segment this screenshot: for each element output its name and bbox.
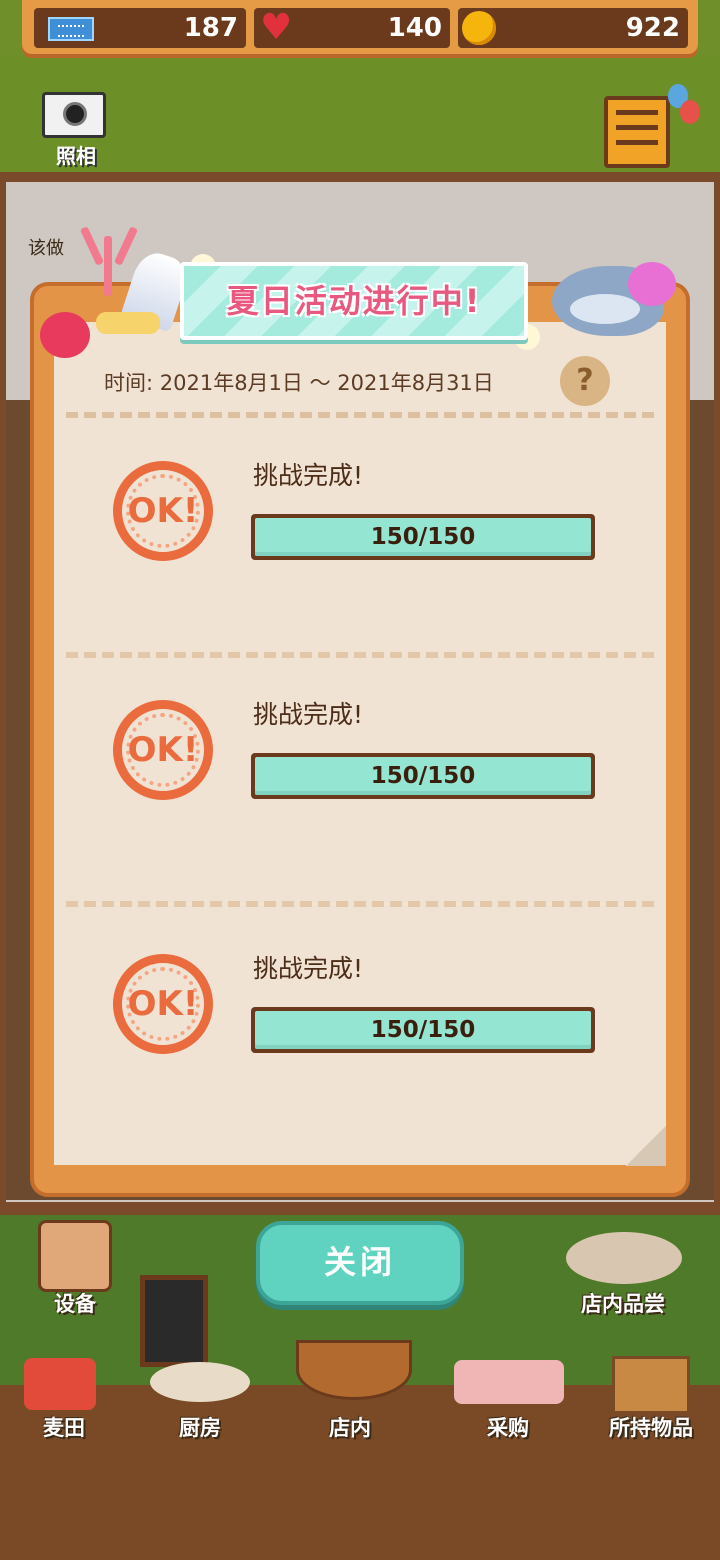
divider xyxy=(66,901,654,907)
camera-label: 照相 xyxy=(56,144,96,168)
close-button[interactable]: 关闭 xyxy=(256,1221,464,1305)
ok-stamp-icon: OK! xyxy=(113,954,213,1054)
challenge-title: 挑战完成! xyxy=(253,954,364,983)
hearts-value: 140 xyxy=(387,13,442,43)
paper-fold xyxy=(626,1126,666,1166)
balloon-icon xyxy=(680,100,700,124)
camera-button[interactable]: 照相 xyxy=(42,92,110,168)
sand-decoration xyxy=(96,312,160,334)
nav-kitchen[interactable]: 厨房 xyxy=(150,1412,250,1442)
progress-text: 150/150 xyxy=(370,524,476,550)
menu-board-icon[interactable] xyxy=(604,96,670,168)
coin-icon xyxy=(462,11,496,45)
equipment-icon[interactable] xyxy=(38,1220,112,1292)
divider xyxy=(66,652,654,658)
challenge-title: 挑战完成! xyxy=(253,700,364,729)
challenge-progress-bar: 150/150 xyxy=(251,753,595,799)
wheat-field-icon[interactable] xyxy=(24,1358,96,1410)
bread-basket-icon xyxy=(296,1340,412,1400)
tickets-value: 187 xyxy=(183,13,238,43)
hearts-counter: ♥ 140 xyxy=(254,7,450,48)
tickets-counter: 187 xyxy=(34,8,246,48)
progress-text: 150/150 xyxy=(370,1017,476,1043)
challenge-title: 挑战完成! xyxy=(253,461,364,490)
blackboard-icon xyxy=(140,1275,208,1367)
event-title-banner: 夏日活动进行中! xyxy=(180,262,528,340)
tasting-icon[interactable] xyxy=(566,1232,682,1284)
nav-inventory[interactable]: 所持物品 xyxy=(596,1412,706,1442)
ok-stamp-icon: OK! xyxy=(113,461,213,561)
resource-bar: 187 ♥ 140 922 xyxy=(22,0,698,58)
event-title: 夏日活动进行中! xyxy=(226,282,482,320)
nav-purchase[interactable]: 采购 xyxy=(458,1412,558,1442)
divider xyxy=(66,412,654,426)
event-date-range: 时间: 2021年8月1日 ～ 2021年8月31日 xyxy=(104,371,494,395)
kitchen-icon[interactable] xyxy=(150,1362,250,1402)
ticket-icon xyxy=(48,17,94,41)
help-button[interactable]: ? xyxy=(560,356,610,406)
coins-counter: 922 xyxy=(458,8,688,48)
coins-value: 922 xyxy=(625,13,680,43)
nav-shop[interactable]: 店内 xyxy=(300,1412,400,1442)
camera-icon xyxy=(42,92,106,138)
nav-wheat-field[interactable]: 麦田 xyxy=(14,1412,114,1442)
challenge-progress-bar: 150/150 xyxy=(251,514,595,560)
challenge-progress-bar: 150/150 xyxy=(251,1007,595,1053)
tasting-label[interactable]: 店内品尝 xyxy=(560,1288,686,1318)
hibiscus-icon xyxy=(40,312,90,358)
equipment-label[interactable]: 设备 xyxy=(30,1288,120,1318)
hibiscus-icon xyxy=(628,262,676,306)
heart-icon: ♥ xyxy=(260,7,293,48)
purchase-icon[interactable] xyxy=(454,1360,564,1404)
progress-text: 150/150 xyxy=(370,763,476,789)
ok-stamp-icon: OK! xyxy=(113,700,213,800)
inventory-box-icon[interactable] xyxy=(612,1356,690,1414)
shop-sign-text: 该做 xyxy=(28,238,64,259)
